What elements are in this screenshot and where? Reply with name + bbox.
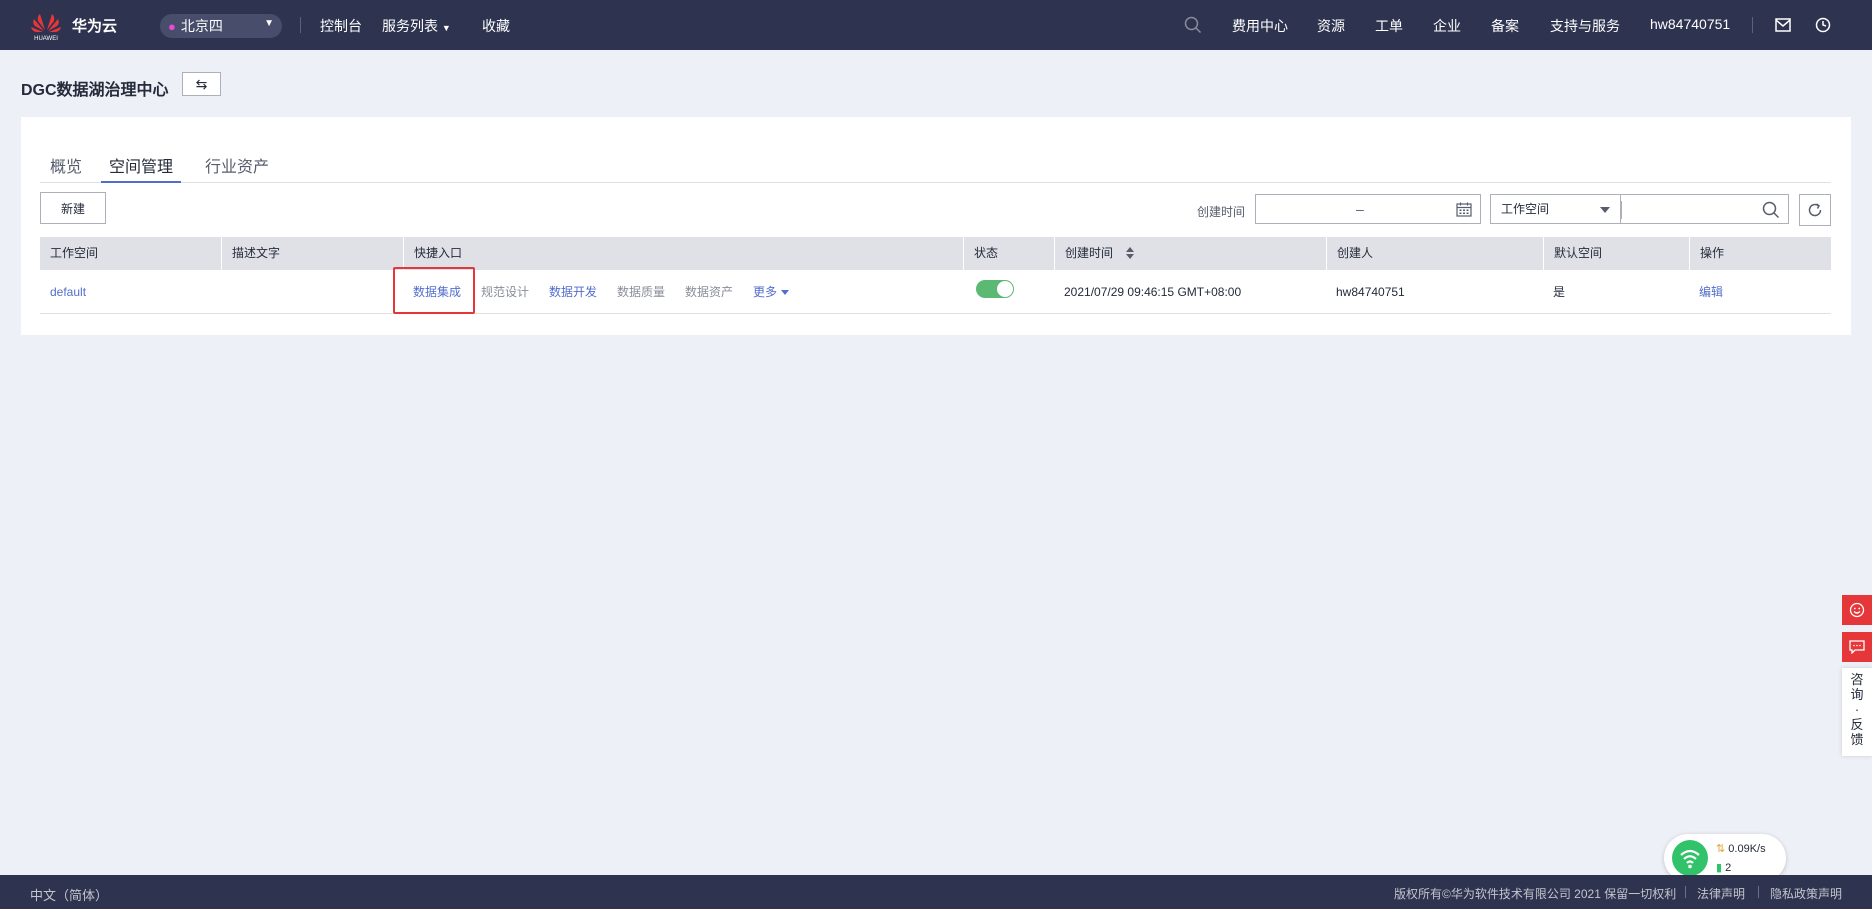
- nav-service-list[interactable]: 服务列表 ▼: [382, 16, 451, 36]
- nav-support[interactable]: 支持与服务: [1550, 16, 1620, 36]
- date-separator: –: [1356, 201, 1364, 217]
- toggle-knob: [997, 281, 1013, 297]
- column-description: 描述文字: [221, 237, 403, 270]
- column-workspace: 工作空间: [50, 246, 99, 260]
- search-icon[interactable]: [1762, 201, 1780, 219]
- divider: [300, 17, 301, 33]
- edit-link[interactable]: 编辑: [1699, 270, 1723, 314]
- table-row: default 数据集成 规范设计 数据开发 数据质量 数据资产 更多 2021…: [40, 270, 1831, 314]
- divider: [1685, 886, 1686, 898]
- region-selector[interactable]: ● 北京四 ▼: [160, 14, 282, 38]
- network-speed-value: 0.09K/s: [1728, 843, 1766, 855]
- chat-button[interactable]: [1842, 632, 1872, 662]
- shortcut-data-quality[interactable]: 数据质量: [617, 270, 665, 314]
- search-input[interactable]: [1620, 194, 1789, 224]
- tab-industry-assets[interactable]: 行业资产: [205, 153, 269, 183]
- refresh-icon: [1808, 203, 1822, 217]
- column-created-time[interactable]: 创建时间: [1054, 237, 1326, 270]
- divider: [1621, 201, 1622, 219]
- default-space-value: 是: [1553, 285, 1566, 299]
- legal-link[interactable]: 法律声明: [1697, 885, 1745, 902]
- shortcut-spec-design[interactable]: 规范设计: [481, 270, 529, 314]
- search-icon[interactable]: [1182, 14, 1204, 36]
- svg-text:HUAWEI: HUAWEI: [34, 36, 58, 42]
- highlight-annotation: [393, 267, 475, 314]
- workspace-management-panel: 概览 空间管理 行业资产 新建 创建时间 – 工作空间 工作空间 描述文字 快捷…: [21, 117, 1851, 335]
- nav-billing[interactable]: 费用中心: [1232, 16, 1288, 36]
- created-time-value: 2021/07/29 09:46:15 GMT+08:00: [1064, 285, 1242, 299]
- table-header: 工作空间 描述文字 快捷入口 状态 创建时间 创建人 默认空间 操作: [40, 237, 1831, 270]
- location-pin-icon: ●: [168, 18, 176, 34]
- clock-icon[interactable]: [1812, 14, 1834, 36]
- nav-resources[interactable]: 资源: [1317, 16, 1345, 36]
- shortcut-data-assets[interactable]: 数据资产: [685, 270, 733, 314]
- column-created-time-label: 创建时间: [1065, 246, 1114, 260]
- chat-icon: [1849, 640, 1865, 654]
- more-label: 更多: [753, 285, 778, 299]
- consult-char: 询: [1850, 687, 1864, 702]
- smiley-icon: [1849, 602, 1865, 618]
- nav-username[interactable]: hw84740751: [1650, 16, 1730, 32]
- column-creator: 创建人: [1326, 237, 1543, 270]
- column-status: 状态: [963, 237, 1054, 270]
- page-title: DGC数据湖治理中心: [21, 82, 169, 99]
- workspace-name-link[interactable]: default: [50, 270, 86, 314]
- top-navigation-bar: HUAWEI 华为云 ● 北京四 ▼ 控制台 服务列表 ▼ 收藏 费用中心 资源…: [0, 0, 1872, 50]
- swap-icon: ⇆: [195, 75, 208, 92]
- connection-count-value: 2: [1725, 862, 1732, 874]
- chevron-down-icon: [781, 290, 790, 296]
- shortcut-more-dropdown[interactable]: 更多: [753, 270, 790, 314]
- consult-feedback-button[interactable]: 咨 询 · 反 馈: [1842, 668, 1872, 756]
- column-actions: 操作: [1689, 237, 1831, 270]
- shortcut-data-development[interactable]: 数据开发: [549, 270, 597, 314]
- brand-name[interactable]: 华为云: [72, 15, 117, 36]
- wifi-icon: [1672, 840, 1708, 876]
- divider: [1758, 886, 1759, 898]
- column-shortcuts: 快捷入口: [403, 237, 963, 270]
- nav-filing[interactable]: 备案: [1491, 16, 1519, 36]
- consult-char: 咨: [1850, 672, 1864, 687]
- chevron-down-icon: ▼: [264, 18, 274, 29]
- mail-icon[interactable]: [1772, 14, 1794, 36]
- language-selector[interactable]: 中文（简体）: [30, 885, 108, 904]
- battery-icon: ▮: [1716, 862, 1723, 874]
- consult-char: 馈: [1850, 732, 1864, 747]
- nav-console[interactable]: 控制台: [320, 16, 362, 36]
- region-label: 北京四: [180, 18, 223, 34]
- status-toggle[interactable]: [976, 280, 1014, 298]
- create-button[interactable]: 新建: [40, 192, 106, 224]
- network-speed: ⇅ 0.09K/s: [1716, 842, 1766, 855]
- tab-workspace-management[interactable]: 空间管理: [101, 153, 182, 183]
- nav-enterprise[interactable]: 企业: [1433, 16, 1461, 36]
- privacy-link[interactable]: 隐私政策声明: [1770, 885, 1842, 902]
- refresh-button[interactable]: [1799, 194, 1831, 226]
- calendar-icon: [1456, 202, 1472, 217]
- transfer-icon: ⇅: [1716, 843, 1726, 855]
- sort-icon[interactable]: [1126, 246, 1135, 259]
- column-default-space: 默认空间: [1543, 237, 1689, 270]
- footer: 中文（简体） 版权所有©华为软件技术有限公司 2021 保留一切权利 法律声明 …: [0, 875, 1872, 909]
- divider: [1752, 17, 1753, 33]
- nav-favorites[interactable]: 收藏: [482, 16, 510, 36]
- huawei-logo[interactable]: HUAWEI: [28, 8, 64, 42]
- chevron-down-icon: [1600, 207, 1610, 213]
- nav-service-list-label: 服务列表: [382, 18, 438, 34]
- tab-overview[interactable]: 概览: [50, 153, 82, 183]
- consult-char: 反: [1850, 717, 1864, 732]
- switch-service-button[interactable]: ⇆: [182, 72, 221, 96]
- date-range-picker[interactable]: –: [1255, 194, 1481, 224]
- consult-char: ·: [1854, 702, 1860, 717]
- search-field-select[interactable]: 工作空间: [1490, 194, 1620, 224]
- copyright-text: 版权所有©华为软件技术有限公司 2021 保留一切权利: [1394, 887, 1677, 901]
- connection-count: ▮ 2: [1716, 861, 1731, 874]
- created-time-filter-label: 创建时间: [1197, 205, 1246, 219]
- chevron-down-icon: ▼: [441, 23, 451, 33]
- nav-tickets[interactable]: 工单: [1375, 16, 1403, 36]
- select-value: 工作空间: [1501, 202, 1550, 216]
- tab-bar: 概览 空间管理 行业资产: [40, 135, 1831, 183]
- creator-value: hw84740751: [1336, 285, 1405, 299]
- smiley-feedback-button[interactable]: [1842, 595, 1872, 625]
